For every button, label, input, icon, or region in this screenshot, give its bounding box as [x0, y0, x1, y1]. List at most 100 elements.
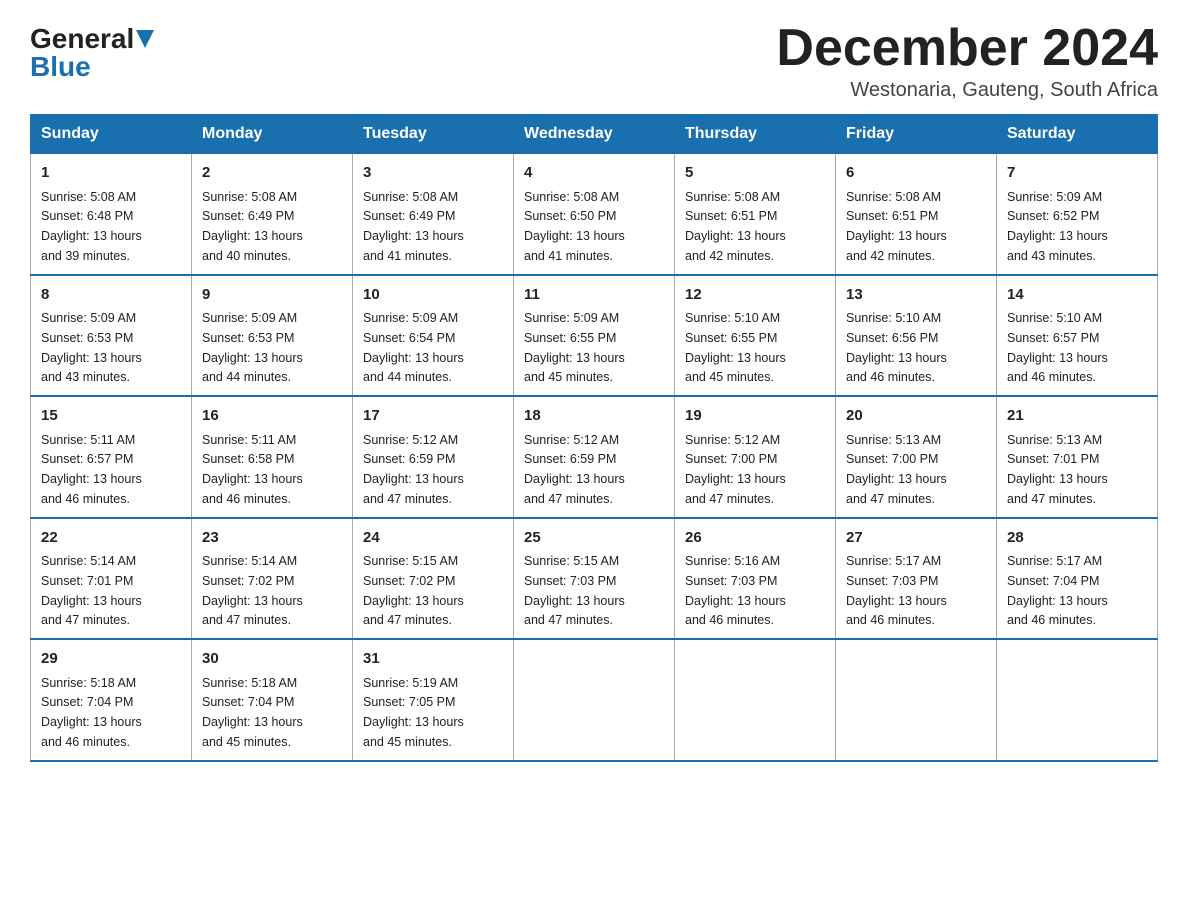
day-number: 18 [524, 405, 664, 428]
table-row [514, 639, 675, 761]
day-number: 15 [41, 405, 181, 428]
calendar-week-row: 1 Sunrise: 5:08 AMSunset: 6:48 PMDayligh… [31, 154, 1158, 275]
day-number: 2 [202, 162, 342, 185]
day-info: Sunrise: 5:19 AMSunset: 7:05 PMDaylight:… [363, 676, 464, 749]
col-thursday: Thursday [675, 115, 836, 154]
table-row: 5 Sunrise: 5:08 AMSunset: 6:51 PMDayligh… [675, 154, 836, 275]
calendar-header-row: Sunday Monday Tuesday Wednesday Thursday… [31, 115, 1158, 154]
col-saturday: Saturday [997, 115, 1158, 154]
table-row: 8 Sunrise: 5:09 AMSunset: 6:53 PMDayligh… [31, 275, 192, 397]
table-row: 12 Sunrise: 5:10 AMSunset: 6:55 PMDaylig… [675, 275, 836, 397]
day-info: Sunrise: 5:13 AMSunset: 7:00 PMDaylight:… [846, 433, 947, 506]
day-info: Sunrise: 5:14 AMSunset: 7:02 PMDaylight:… [202, 554, 303, 627]
calendar-table: Sunday Monday Tuesday Wednesday Thursday… [30, 114, 1158, 762]
day-number: 27 [846, 527, 986, 550]
day-number: 16 [202, 405, 342, 428]
day-info: Sunrise: 5:15 AMSunset: 7:03 PMDaylight:… [524, 554, 625, 627]
day-info: Sunrise: 5:15 AMSunset: 7:02 PMDaylight:… [363, 554, 464, 627]
table-row: 15 Sunrise: 5:11 AMSunset: 6:57 PMDaylig… [31, 396, 192, 518]
month-title: December 2024 [776, 20, 1158, 77]
table-row: 16 Sunrise: 5:11 AMSunset: 6:58 PMDaylig… [192, 396, 353, 518]
day-number: 5 [685, 162, 825, 185]
table-row: 27 Sunrise: 5:17 AMSunset: 7:03 PMDaylig… [836, 518, 997, 640]
day-number: 26 [685, 527, 825, 550]
table-row: 19 Sunrise: 5:12 AMSunset: 7:00 PMDaylig… [675, 396, 836, 518]
col-monday: Monday [192, 115, 353, 154]
table-row: 18 Sunrise: 5:12 AMSunset: 6:59 PMDaylig… [514, 396, 675, 518]
logo: General Blue [30, 25, 154, 83]
table-row: 22 Sunrise: 5:14 AMSunset: 7:01 PMDaylig… [31, 518, 192, 640]
table-row: 14 Sunrise: 5:10 AMSunset: 6:57 PMDaylig… [997, 275, 1158, 397]
col-tuesday: Tuesday [353, 115, 514, 154]
day-info: Sunrise: 5:09 AMSunset: 6:53 PMDaylight:… [41, 311, 142, 384]
day-number: 22 [41, 527, 181, 550]
day-number: 13 [846, 284, 986, 307]
table-row: 26 Sunrise: 5:16 AMSunset: 7:03 PMDaylig… [675, 518, 836, 640]
title-block: December 2024 Westonaria, Gauteng, South… [776, 20, 1158, 102]
table-row: 1 Sunrise: 5:08 AMSunset: 6:48 PMDayligh… [31, 154, 192, 275]
calendar-week-row: 29 Sunrise: 5:18 AMSunset: 7:04 PMDaylig… [31, 639, 1158, 761]
logo-blue: Blue [30, 51, 91, 83]
day-info: Sunrise: 5:11 AMSunset: 6:58 PMDaylight:… [202, 433, 303, 506]
day-info: Sunrise: 5:09 AMSunset: 6:53 PMDaylight:… [202, 311, 303, 384]
day-info: Sunrise: 5:08 AMSunset: 6:51 PMDaylight:… [685, 190, 786, 263]
day-number: 10 [363, 284, 503, 307]
day-info: Sunrise: 5:17 AMSunset: 7:04 PMDaylight:… [1007, 554, 1108, 627]
table-row: 9 Sunrise: 5:09 AMSunset: 6:53 PMDayligh… [192, 275, 353, 397]
day-info: Sunrise: 5:10 AMSunset: 6:56 PMDaylight:… [846, 311, 947, 384]
logo-general: General [30, 25, 134, 53]
day-info: Sunrise: 5:08 AMSunset: 6:49 PMDaylight:… [202, 190, 303, 263]
day-info: Sunrise: 5:12 AMSunset: 6:59 PMDaylight:… [363, 433, 464, 506]
day-info: Sunrise: 5:08 AMSunset: 6:48 PMDaylight:… [41, 190, 142, 263]
table-row: 21 Sunrise: 5:13 AMSunset: 7:01 PMDaylig… [997, 396, 1158, 518]
calendar-week-row: 15 Sunrise: 5:11 AMSunset: 6:57 PMDaylig… [31, 396, 1158, 518]
page-header: General Blue December 2024 Westonaria, G… [30, 20, 1158, 102]
day-number: 21 [1007, 405, 1147, 428]
col-friday: Friday [836, 115, 997, 154]
day-info: Sunrise: 5:18 AMSunset: 7:04 PMDaylight:… [41, 676, 142, 749]
day-number: 12 [685, 284, 825, 307]
logo-triangle-icon [136, 30, 154, 48]
col-sunday: Sunday [31, 115, 192, 154]
day-info: Sunrise: 5:10 AMSunset: 6:57 PMDaylight:… [1007, 311, 1108, 384]
day-number: 1 [41, 162, 181, 185]
day-number: 25 [524, 527, 664, 550]
day-number: 29 [41, 648, 181, 671]
table-row: 25 Sunrise: 5:15 AMSunset: 7:03 PMDaylig… [514, 518, 675, 640]
day-number: 28 [1007, 527, 1147, 550]
day-number: 3 [363, 162, 503, 185]
table-row: 17 Sunrise: 5:12 AMSunset: 6:59 PMDaylig… [353, 396, 514, 518]
day-number: 4 [524, 162, 664, 185]
table-row [997, 639, 1158, 761]
table-row: 28 Sunrise: 5:17 AMSunset: 7:04 PMDaylig… [997, 518, 1158, 640]
table-row: 23 Sunrise: 5:14 AMSunset: 7:02 PMDaylig… [192, 518, 353, 640]
day-number: 11 [524, 284, 664, 307]
day-number: 17 [363, 405, 503, 428]
table-row: 10 Sunrise: 5:09 AMSunset: 6:54 PMDaylig… [353, 275, 514, 397]
location: Westonaria, Gauteng, South Africa [776, 79, 1158, 102]
table-row [836, 639, 997, 761]
day-number: 7 [1007, 162, 1147, 185]
day-info: Sunrise: 5:08 AMSunset: 6:50 PMDaylight:… [524, 190, 625, 263]
day-number: 9 [202, 284, 342, 307]
day-info: Sunrise: 5:11 AMSunset: 6:57 PMDaylight:… [41, 433, 142, 506]
day-info: Sunrise: 5:18 AMSunset: 7:04 PMDaylight:… [202, 676, 303, 749]
table-row: 7 Sunrise: 5:09 AMSunset: 6:52 PMDayligh… [997, 154, 1158, 275]
calendar-week-row: 22 Sunrise: 5:14 AMSunset: 7:01 PMDaylig… [31, 518, 1158, 640]
table-row: 4 Sunrise: 5:08 AMSunset: 6:50 PMDayligh… [514, 154, 675, 275]
table-row: 13 Sunrise: 5:10 AMSunset: 6:56 PMDaylig… [836, 275, 997, 397]
day-info: Sunrise: 5:12 AMSunset: 7:00 PMDaylight:… [685, 433, 786, 506]
day-number: 24 [363, 527, 503, 550]
table-row [675, 639, 836, 761]
day-info: Sunrise: 5:16 AMSunset: 7:03 PMDaylight:… [685, 554, 786, 627]
day-info: Sunrise: 5:14 AMSunset: 7:01 PMDaylight:… [41, 554, 142, 627]
day-info: Sunrise: 5:08 AMSunset: 6:49 PMDaylight:… [363, 190, 464, 263]
table-row: 20 Sunrise: 5:13 AMSunset: 7:00 PMDaylig… [836, 396, 997, 518]
day-number: 23 [202, 527, 342, 550]
day-info: Sunrise: 5:17 AMSunset: 7:03 PMDaylight:… [846, 554, 947, 627]
table-row: 29 Sunrise: 5:18 AMSunset: 7:04 PMDaylig… [31, 639, 192, 761]
table-row: 11 Sunrise: 5:09 AMSunset: 6:55 PMDaylig… [514, 275, 675, 397]
day-info: Sunrise: 5:13 AMSunset: 7:01 PMDaylight:… [1007, 433, 1108, 506]
calendar-week-row: 8 Sunrise: 5:09 AMSunset: 6:53 PMDayligh… [31, 275, 1158, 397]
day-number: 19 [685, 405, 825, 428]
